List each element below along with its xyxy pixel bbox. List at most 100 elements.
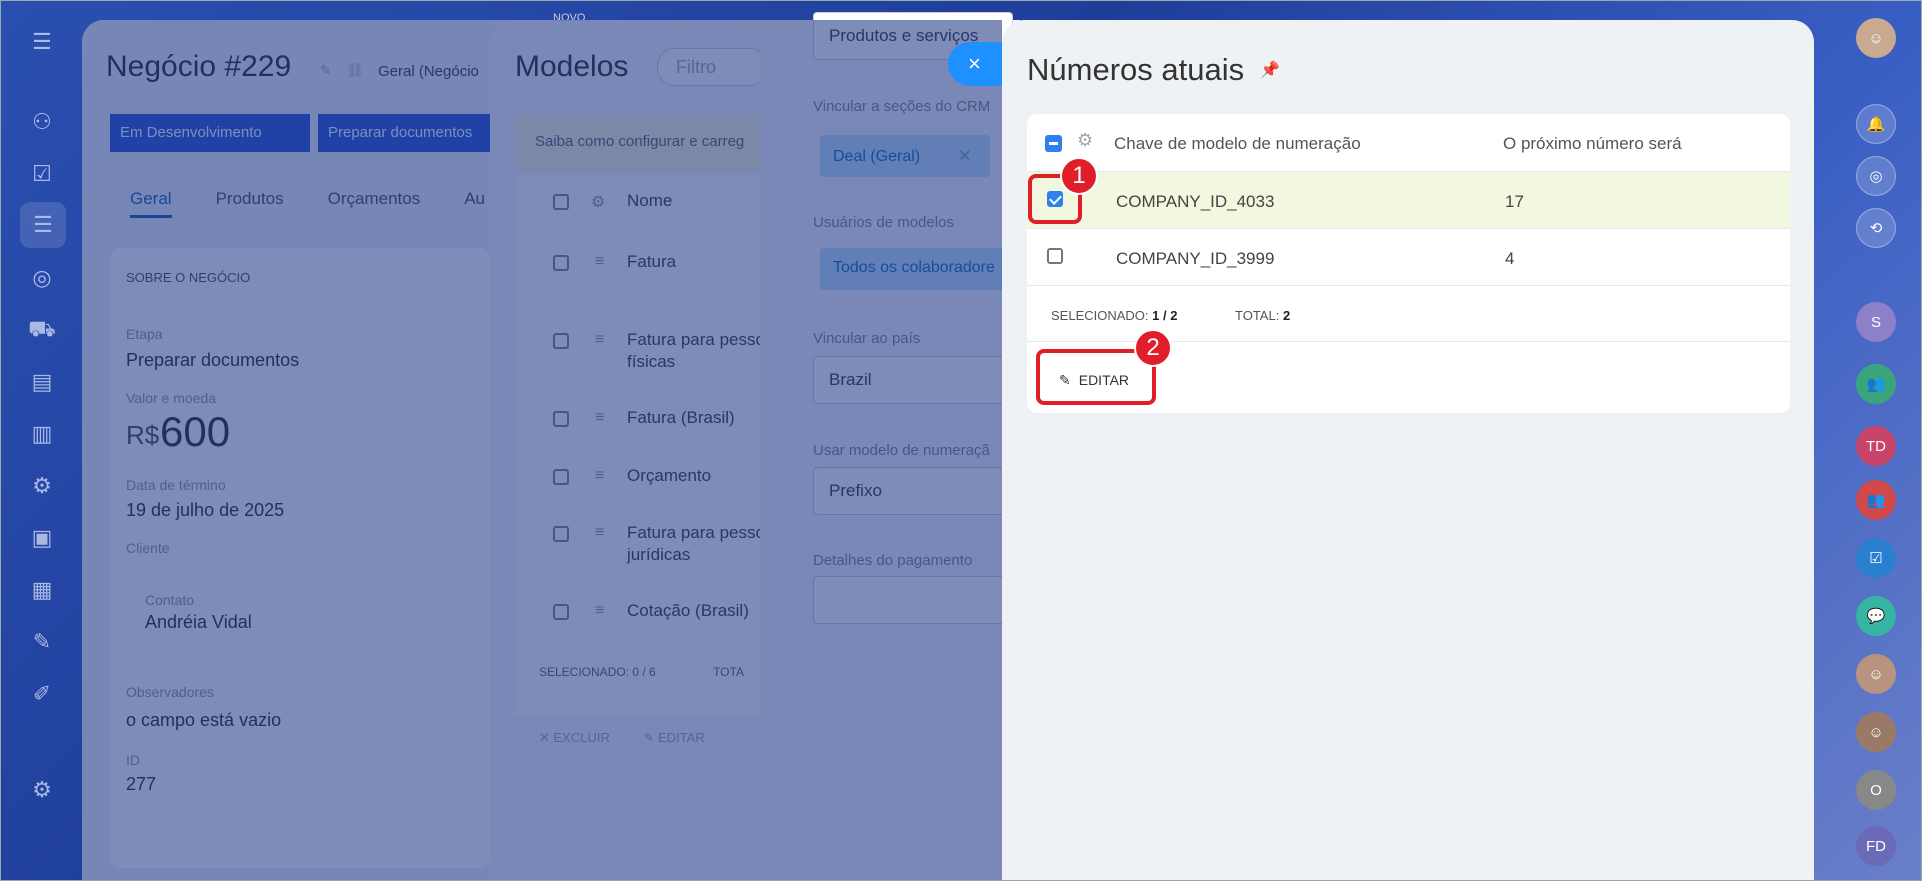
close-slider-button[interactable]: × (948, 42, 1008, 86)
numbering-label: Usar modelo de numeraçã (813, 442, 990, 459)
deal-tabs: Geral Produtos Orçamentos Au (130, 189, 485, 218)
tab-produtos[interactable]: Produtos (216, 189, 284, 218)
drag-handle-icon[interactable]: ≡ (595, 409, 604, 427)
numbering-key: COMPANY_ID_3999 (1116, 249, 1275, 268)
tab-more[interactable]: Au (464, 189, 485, 218)
drag-handle-icon[interactable]: ≡ (595, 331, 604, 349)
country-select[interactable]: Brazil (813, 356, 1013, 404)
stage-label: Etapa (126, 326, 163, 342)
crm-icon[interactable]: ⚇ (26, 106, 58, 138)
deal-category[interactable]: Geral (Negócio (378, 63, 479, 80)
target-icon[interactable]: ◎ (1856, 156, 1896, 196)
chat-icon[interactable]: 💬 (1856, 596, 1896, 636)
user-avatar[interactable]: ☺ (1856, 712, 1896, 752)
table-header: ⚙ Chave de modelo de numeração O próximo… (1027, 114, 1790, 172)
bell-icon[interactable]: 🔔 (1856, 104, 1896, 144)
select-all-checkbox[interactable] (1045, 135, 1062, 152)
tasks-icon[interactable]: ☑ (26, 158, 58, 190)
model-name[interactable]: Fatura (Brasil) (627, 407, 735, 429)
settings-icon[interactable]: ⚙ (26, 774, 58, 806)
row-checkbox[interactable] (553, 604, 569, 620)
model-name[interactable]: Fatura (627, 251, 676, 273)
robot-icon[interactable]: ⚙ (26, 470, 58, 502)
drag-handle-icon[interactable]: ≡ (595, 602, 604, 620)
avatar-s[interactable]: S (1856, 302, 1896, 342)
row-checkbox[interactable] (553, 255, 569, 271)
models-title: Modelos (515, 50, 629, 83)
drag-handle-icon[interactable]: ≡ (595, 253, 604, 271)
row-checkbox[interactable] (553, 469, 569, 485)
models-total: TOTA (713, 665, 744, 679)
model-name[interactable]: Orçamento (627, 465, 711, 487)
table-row[interactable]: COMPANY_ID_4033 17 (1027, 172, 1790, 229)
drag-handle-icon[interactable]: ≡ (595, 467, 604, 485)
edit-title-icon[interactable]: ✎ (320, 62, 332, 79)
amount-label: Valor e moeda (126, 390, 217, 406)
numbering-select[interactable]: Prefixo (813, 467, 1013, 515)
new-label: NOVO (553, 12, 586, 24)
delete-button[interactable]: ✕ EXCLUIR (539, 730, 610, 745)
sign-icon[interactable]: ✎ (26, 626, 58, 658)
menu-icon[interactable]: ☰ (26, 26, 58, 58)
analytics-icon[interactable]: ▥ (26, 418, 58, 450)
pin-icon[interactable]: 📌 (1260, 60, 1280, 80)
amount-value: 600 (160, 408, 231, 455)
id-value: 277 (126, 774, 157, 794)
end-date-value: 19 de julho de 2025 (126, 500, 285, 520)
table-row[interactable]: COMPANY_ID_3999 4 (1027, 229, 1790, 286)
group-icon[interactable]: 👥 (1856, 480, 1896, 520)
remove-tag-icon[interactable]: ✕ (958, 148, 971, 165)
tab-orcamentos[interactable]: Orçamentos (328, 189, 421, 218)
row-checkbox[interactable] (1047, 248, 1063, 264)
gear-icon[interactable]: ⚙ (1077, 130, 1093, 151)
model-name[interactable]: Fatura para pesso físicas (627, 329, 777, 373)
contact-label: Contato (145, 592, 195, 608)
payment-label: Detalhes do pagamento (813, 552, 973, 569)
stage-in-development[interactable]: Em Desenvolvimento (110, 114, 310, 152)
edit-models-button[interactable]: ✎ EDITAR (644, 730, 705, 745)
select-all-checkbox[interactable] (553, 194, 569, 210)
row-checkbox[interactable] (553, 333, 569, 349)
selected-count: SELECIONADO: 1 / 2 (1051, 308, 1178, 323)
avatar-fd[interactable]: FD (1856, 826, 1896, 866)
avatar-o[interactable]: O (1856, 770, 1896, 810)
group-icon[interactable]: 👥 (1856, 364, 1896, 404)
left-navigation: ☰ ⚇ ☑ ☰ ◎ ⛟ ▤ ▥ ⚙ ▣ ▦ ✎ ✐ ⚙ (0, 0, 84, 881)
model-name[interactable]: Cotação (Brasil) (627, 600, 749, 622)
current-numbers-slider: Números atuais 📌 ⚙ Chave de modelo de nu… (1002, 20, 1814, 881)
model-name[interactable]: Fatura para pesso jurídicas (627, 522, 777, 566)
target-icon[interactable]: ◎ (26, 262, 58, 294)
store-icon[interactable]: ▦ (26, 574, 58, 606)
funnel-icon[interactable]: ☰ (20, 202, 66, 248)
drag-handle-icon[interactable]: ≡ (595, 524, 604, 542)
name-column-header: Nome (627, 191, 673, 210)
tag-deal-geral[interactable]: Deal (Geral) ✕ (820, 135, 990, 177)
id-label: ID (126, 752, 140, 768)
avatar-td[interactable]: TD (1856, 426, 1896, 466)
models-filter-input[interactable]: Filtro (657, 48, 767, 86)
row-checkbox[interactable] (553, 411, 569, 427)
row-checkbox[interactable] (553, 526, 569, 542)
user-avatar[interactable]: ☺ (1856, 654, 1896, 694)
models-actions: ✕ EXCLUIR ✎ EDITAR (539, 730, 705, 746)
cart-icon[interactable]: ⛟ (26, 314, 58, 346)
gear-icon[interactable]: ⚙ (591, 192, 605, 212)
user-avatar[interactable]: ☺ (1856, 18, 1896, 58)
models-footer: SELECIONADO: 0 / 6 TOTA (539, 665, 744, 679)
right-rail: ☺ 🔔 ◎ ⟲ S 👥 TD 👥 ☑ 💬 ☺ ☺ O FD (1822, 0, 1922, 881)
tasks-icon[interactable]: ☑ (1856, 538, 1896, 578)
contacts-icon[interactable]: ▤ (26, 366, 58, 398)
payment-field[interactable] (813, 576, 1013, 624)
end-date-label: Data de término (126, 477, 226, 493)
stage-prepare-documents[interactable]: Preparar documentos (318, 114, 490, 152)
column-next-header: O próximo número será (1503, 134, 1682, 153)
models-list: ⚙ Nome ≡ Fatura ≡ Fatura para pesso físi… (515, 175, 775, 715)
box-icon[interactable]: ▣ (26, 522, 58, 554)
contact-value[interactable]: Andréia Vidal (145, 612, 252, 633)
docs-icon[interactable]: ✐ (26, 678, 58, 710)
observers-value: o campo está vazio (126, 710, 282, 730)
tag-all-employees[interactable]: Todos os colaboradore (820, 248, 1010, 290)
link-icon[interactable]: ⛓ (346, 62, 364, 79)
tab-geral[interactable]: Geral (130, 189, 172, 218)
sync-icon[interactable]: ⟲ (1856, 208, 1896, 248)
